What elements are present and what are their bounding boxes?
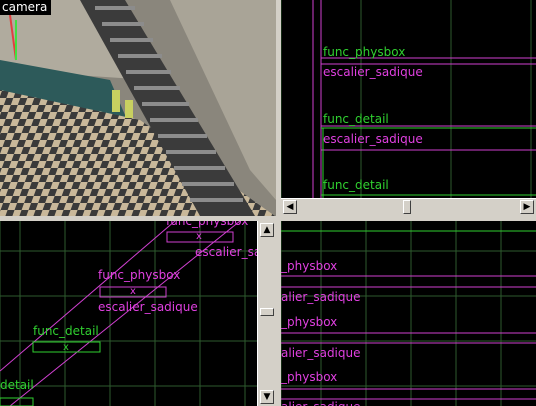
scroll-down-button[interactable]: ▼	[260, 390, 274, 404]
brush-marker: x	[130, 286, 136, 297]
brush-label: _physbox	[281, 259, 338, 273]
brush-label: escalier_sadique	[195, 245, 257, 259]
bottom-left-viewport[interactable]: func_physbox escalier_sadique func_physb…	[0, 221, 257, 406]
brush-label: _physbox	[281, 315, 338, 329]
horizontal-scrollbar[interactable]: ◀ ▶	[281, 198, 536, 217]
brush-label: alier_sadique	[281, 290, 361, 304]
bottom-right-viewport[interactable]: _physbox alier_sadique _physbox alier_sa…	[281, 221, 536, 406]
brush-label: func_physbox	[98, 268, 181, 282]
brush-label: func_detail	[323, 112, 389, 126]
brush-label: escalier_sadique	[323, 65, 423, 79]
scroll-thumb[interactable]	[403, 200, 411, 214]
brush-label: alier_sadique	[281, 346, 361, 360]
brush-label: func_detail	[33, 324, 99, 338]
vertical-scrollbar[interactable]: ▲ ▼	[257, 221, 277, 406]
brush-label: escalier_sadique	[98, 300, 198, 314]
brush-label: func_physbox	[166, 221, 249, 228]
brush-label: alier_sadique	[281, 401, 361, 406]
brush-marker: x	[196, 231, 202, 242]
brush-label: _physbox	[281, 370, 338, 384]
camera-viewport[interactable]: camera	[0, 0, 276, 216]
brush-label: func_detail	[323, 178, 389, 192]
brush-label: func_physbox	[323, 45, 406, 59]
camera-label: camera	[0, 0, 52, 15]
camera-scene	[0, 0, 276, 216]
scroll-left-button[interactable]: ◀	[283, 200, 297, 214]
brush-label: escalier_sadique	[323, 132, 423, 146]
scroll-thumb[interactable]	[260, 308, 274, 316]
top-right-viewport[interactable]: func_physbox escalier_sadique func_detai…	[281, 0, 536, 198]
scroll-up-button[interactable]: ▲	[260, 223, 274, 237]
scroll-right-button[interactable]: ▶	[520, 200, 534, 214]
top-right-grid	[281, 0, 536, 198]
brush-label: detail	[0, 378, 34, 392]
brush-marker: x	[63, 342, 69, 353]
